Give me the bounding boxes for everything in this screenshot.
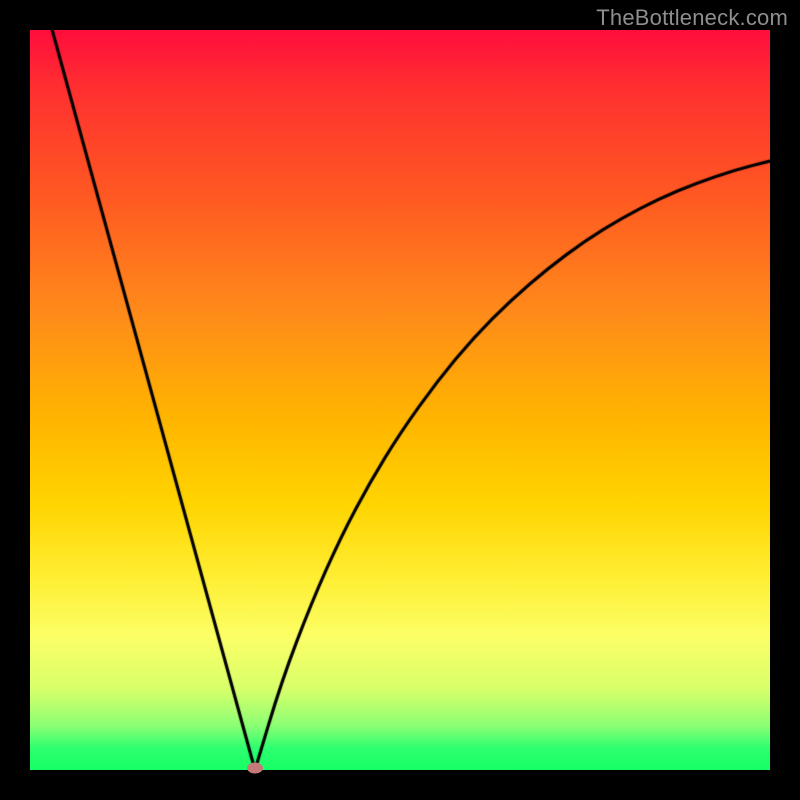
plot-area	[30, 30, 770, 770]
watermark-text: TheBottleneck.com	[596, 5, 788, 31]
minimum-marker	[247, 763, 263, 774]
bottleneck-curve	[30, 30, 770, 770]
chart-container: TheBottleneck.com	[0, 0, 800, 800]
